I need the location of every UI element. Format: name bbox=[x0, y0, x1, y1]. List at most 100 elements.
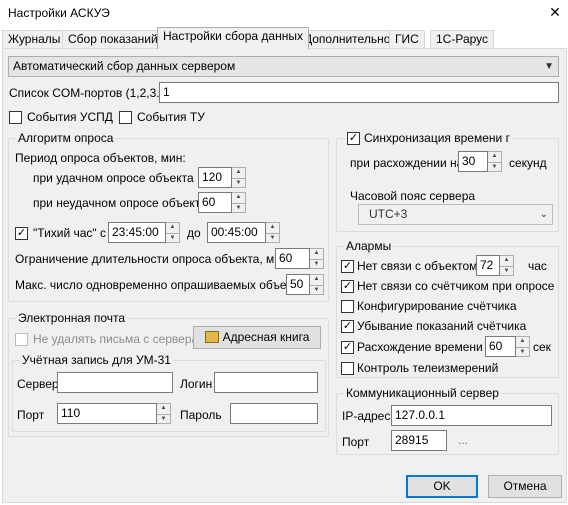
max-parallel-input[interactable]: 50 bbox=[286, 274, 310, 295]
spin-down-icon[interactable]: ▼ bbox=[516, 346, 529, 357]
readings-decrease-label: Убывание показаний счётчика bbox=[357, 319, 527, 333]
uspd-events-label: События УСПД bbox=[27, 110, 113, 124]
timezone-select[interactable]: UTC+3 ⌄ bbox=[358, 204, 553, 225]
spin-down-icon[interactable]: ▼ bbox=[266, 232, 279, 243]
duration-limit-input[interactable]: 60 bbox=[275, 248, 310, 269]
address-book-icon bbox=[204, 331, 219, 343]
spin-down-icon[interactable]: ▼ bbox=[166, 232, 179, 243]
telemetry-checkbox[interactable] bbox=[341, 362, 354, 375]
spin-down-icon[interactable]: ▼ bbox=[232, 177, 245, 188]
quiet-to-input[interactable]: 00:45:00 bbox=[207, 222, 266, 243]
login-input[interactable] bbox=[214, 372, 318, 393]
poll-success-input[interactable]: 120 bbox=[198, 167, 232, 188]
time-diff-input[interactable]: 60 bbox=[485, 336, 516, 357]
account-group-title: Учётная запись для УМ-31 bbox=[20, 353, 173, 367]
port-label: Порт bbox=[17, 408, 45, 422]
chevron-down-icon: ▼ bbox=[544, 61, 554, 72]
tab-readings[interactable]: Сбор показаний bbox=[62, 30, 164, 49]
spin-up-icon[interactable]: ▲ bbox=[232, 193, 245, 203]
poll-fail-label: при неудачном опросе объекта bbox=[33, 196, 207, 210]
comm-server-title: Коммуникационный сервер bbox=[344, 386, 501, 400]
tu-events-label: События ТУ bbox=[137, 110, 205, 124]
uspd-events-checkbox[interactable] bbox=[9, 111, 22, 124]
time-diff-unit: сек bbox=[533, 340, 551, 354]
tab-additional[interactable]: Дополнительно bbox=[298, 30, 397, 49]
tab-gis[interactable]: ГИС bbox=[389, 30, 425, 49]
alarms-group-title: Алармы bbox=[344, 239, 394, 253]
com-ports-label: Список COM-портов (1,2,3...) bbox=[9, 86, 171, 100]
poll-fail-input[interactable]: 60 bbox=[198, 192, 232, 213]
spin-up-icon[interactable]: ▲ bbox=[488, 152, 501, 162]
spin-up-icon[interactable]: ▲ bbox=[500, 256, 513, 266]
time-sync-checkbox[interactable]: ✓ bbox=[347, 132, 360, 145]
ip-label: IP-адрес bbox=[342, 409, 391, 423]
close-icon[interactable]: ✕ bbox=[547, 4, 563, 20]
meter-config-checkbox[interactable] bbox=[341, 300, 354, 313]
quiet-to-spinner[interactable]: ▲ ▼ bbox=[266, 222, 280, 243]
spin-down-icon[interactable]: ▼ bbox=[500, 265, 513, 276]
cancel-button[interactable]: Отмена bbox=[488, 475, 562, 498]
tab-bar: Журналы Сбор показаний Настройки сбора д… bbox=[0, 27, 568, 49]
poll-success-spinner[interactable]: ▲ ▼ bbox=[232, 167, 246, 188]
quiet-from-input[interactable]: 23:45:00 bbox=[108, 222, 166, 243]
tu-events-checkbox[interactable] bbox=[119, 111, 132, 124]
time-mismatch-spinner[interactable]: ▲ ▼ bbox=[488, 151, 502, 172]
duration-limit-spinner[interactable]: ▲ ▼ bbox=[310, 248, 324, 269]
readings-decrease-checkbox[interactable]: ✓ bbox=[341, 320, 354, 333]
spin-up-icon[interactable]: ▲ bbox=[310, 275, 323, 285]
comm-port-input[interactable]: 28915 bbox=[391, 430, 447, 451]
spin-down-icon[interactable]: ▼ bbox=[157, 413, 170, 424]
no-link-object-unit: час bbox=[528, 259, 547, 273]
quiet-hour-checkbox[interactable]: ✓ bbox=[15, 227, 28, 240]
meter-config-label: Конфигурирование счётчика bbox=[357, 299, 517, 313]
timezone-label: Часовой пояс сервера bbox=[350, 189, 476, 203]
time-diff-spinner[interactable]: ▲ ▼ bbox=[516, 336, 530, 357]
server-input[interactable] bbox=[57, 372, 173, 393]
no-link-object-checkbox[interactable]: ✓ bbox=[341, 260, 354, 273]
login-label: Логин bbox=[180, 377, 213, 391]
quiet-to-label: до bbox=[187, 226, 201, 240]
chevron-down-icon: ⌄ bbox=[539, 209, 548, 220]
port-spinner[interactable]: ▲ ▼ bbox=[157, 403, 171, 424]
time-mismatch-input[interactable]: 30 bbox=[458, 151, 488, 172]
spin-down-icon[interactable]: ▼ bbox=[232, 202, 245, 213]
address-book-button[interactable]: Адресная книга bbox=[193, 326, 321, 349]
time-mismatch-unit: секунд bbox=[509, 156, 547, 170]
spin-up-icon[interactable]: ▲ bbox=[516, 337, 529, 347]
spin-down-icon[interactable]: ▼ bbox=[310, 284, 323, 295]
polling-group-title: Алгоритм опроса bbox=[16, 131, 116, 145]
poll-fail-spinner[interactable]: ▲ ▼ bbox=[232, 192, 246, 213]
spin-up-icon[interactable]: ▲ bbox=[232, 168, 245, 178]
telemetry-label: Контроль телеизмерений bbox=[357, 361, 499, 375]
spin-down-icon[interactable]: ▼ bbox=[488, 161, 501, 172]
no-link-meter-checkbox[interactable]: ✓ bbox=[341, 280, 354, 293]
no-link-meter-label: Нет связи со счётчиком при опросе bbox=[357, 279, 555, 293]
time-diff-checkbox[interactable]: ✓ bbox=[341, 341, 354, 354]
com-ports-input[interactable]: 1 bbox=[159, 82, 559, 103]
ok-button[interactable]: OK bbox=[406, 475, 478, 498]
ip-input[interactable]: 127.0.0.1 bbox=[391, 405, 552, 426]
quiet-hour-label: "Тихий час" с bbox=[33, 226, 107, 240]
max-parallel-spinner[interactable]: ▲ ▼ bbox=[310, 274, 324, 295]
spin-up-icon[interactable]: ▲ bbox=[310, 249, 323, 259]
tab-collection-settings[interactable]: Настройки сбора данных bbox=[157, 27, 309, 49]
email-group-title: Электронная почта bbox=[16, 311, 128, 325]
tab-1c-rarus[interactable]: 1С-Рарус bbox=[430, 30, 495, 49]
max-parallel-label: Макс. число одновременно опрашиваемых об… bbox=[15, 278, 311, 292]
spin-down-icon[interactable]: ▼ bbox=[310, 258, 323, 269]
no-link-object-input[interactable]: 72 bbox=[476, 255, 500, 276]
spin-up-icon[interactable]: ▲ bbox=[166, 223, 179, 233]
no-link-object-spinner[interactable]: ▲ ▼ bbox=[500, 255, 514, 276]
password-input[interactable] bbox=[230, 403, 318, 424]
comm-port-more[interactable]: ... bbox=[458, 433, 468, 447]
quiet-from-spinner[interactable]: ▲ ▼ bbox=[166, 222, 180, 243]
spin-up-icon[interactable]: ▲ bbox=[157, 404, 170, 414]
keep-letters-checkbox[interactable] bbox=[15, 333, 28, 346]
poll-success-label: при удачном опросе объекта bbox=[33, 171, 194, 185]
port-input[interactable]: 110 bbox=[57, 403, 157, 424]
spin-up-icon[interactable]: ▲ bbox=[266, 223, 279, 233]
collection-mode-select[interactable]: Автоматический сбор данных сервером ▼ bbox=[8, 56, 559, 77]
poll-period-label: Период опроса объектов, мин: bbox=[15, 151, 186, 165]
timezone-value: UTC+3 bbox=[369, 207, 408, 221]
tab-journals[interactable]: Журналы bbox=[2, 30, 67, 49]
